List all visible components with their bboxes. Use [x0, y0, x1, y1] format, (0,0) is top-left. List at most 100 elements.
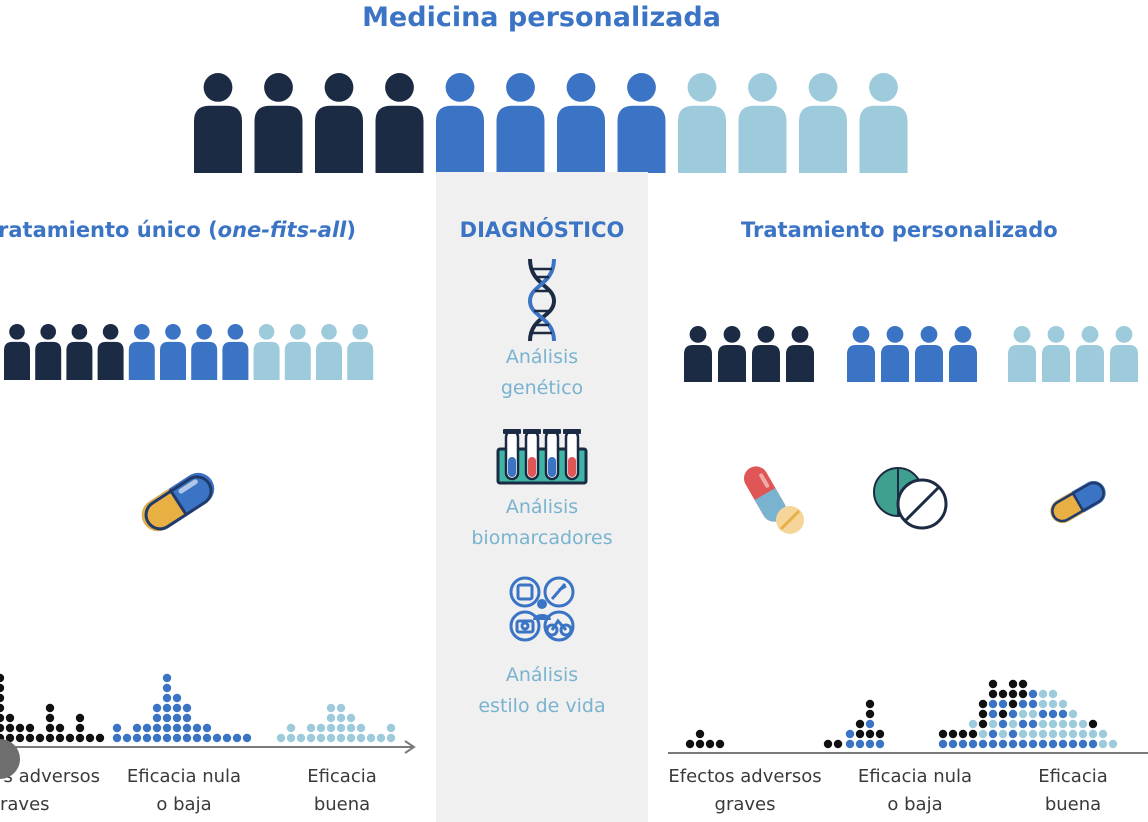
distribution-dot	[75, 713, 85, 723]
distribution-dot	[978, 729, 988, 739]
person-icon	[678, 73, 726, 173]
person-icon	[66, 324, 93, 380]
distribution-dot	[286, 733, 296, 743]
distribution-dot	[1008, 709, 1018, 719]
distribution-dot	[5, 713, 15, 723]
distribution-dot	[366, 733, 376, 743]
distribution-dot	[1008, 719, 1018, 729]
person-icon	[347, 324, 374, 380]
distribution-dot	[0, 703, 5, 713]
left-heading-prefix: ratamiento único (	[0, 218, 218, 242]
distribution-dot	[685, 739, 695, 749]
person-icon	[684, 326, 712, 382]
distribution-dot	[306, 723, 316, 733]
distribution-dot	[1008, 699, 1018, 709]
distribution-dot	[968, 739, 978, 749]
distribution-dot	[978, 739, 988, 749]
distribution-dot	[968, 729, 978, 739]
person-icon	[436, 73, 484, 173]
person-icon	[1110, 326, 1138, 382]
distribution-dot	[998, 689, 1008, 699]
distribution-dot	[1068, 729, 1078, 739]
distribution-dot	[132, 723, 142, 733]
label-line: Eficacia nula	[126, 766, 242, 787]
distribution-dot	[1028, 689, 1038, 699]
distribution-dot	[0, 693, 5, 703]
distribution-dot	[326, 703, 336, 713]
distribution-dot	[122, 733, 132, 743]
biomarkers-analysis-label: Análisis biomarcadores	[436, 492, 648, 554]
distribution-dot	[823, 739, 833, 749]
distribution-dot	[1018, 739, 1028, 749]
right-axis-label-adverse: Efectos adversos graves	[660, 763, 830, 819]
distribution-dot	[855, 719, 865, 729]
distribution-dot	[346, 713, 356, 723]
distribution-dot	[346, 723, 356, 733]
distribution-dot	[326, 713, 336, 723]
distribution-dot	[1078, 729, 1088, 739]
person-icon	[253, 324, 280, 380]
person-icon	[194, 73, 242, 173]
person-icon	[718, 326, 746, 382]
distribution-dot	[5, 723, 15, 733]
distribution-dot	[988, 679, 998, 689]
distribution-dot	[695, 729, 705, 739]
left-population	[4, 324, 374, 380]
distribution-dot	[845, 729, 855, 739]
distribution-dot	[1008, 729, 1018, 739]
distribution-dot	[958, 739, 968, 749]
person-icon	[617, 73, 666, 173]
distribution-dot	[1008, 689, 1018, 699]
distribution-dot	[1058, 719, 1068, 729]
lifestyle-icon	[509, 576, 575, 642]
label-line: Análisis	[505, 496, 579, 518]
distribution-dot	[1068, 719, 1078, 729]
label-line: buena	[313, 794, 371, 815]
test-tubes-icon	[496, 429, 588, 485]
distribution-dot	[172, 693, 182, 703]
person-icon	[97, 324, 124, 380]
label-line: biomarcadores	[471, 527, 613, 549]
distribution-dot	[202, 733, 212, 743]
distribution-dot	[202, 723, 212, 733]
distribution-dot	[0, 673, 5, 683]
label-line: Análisis	[505, 664, 579, 686]
distribution-dot	[988, 739, 998, 749]
distribution-dot	[172, 703, 182, 713]
distribution-dot	[346, 733, 356, 743]
label-line: genético	[500, 377, 584, 399]
distribution-dot	[988, 689, 998, 699]
distribution-dot	[695, 739, 705, 749]
distribution-dot	[162, 703, 172, 713]
distribution-dot	[1088, 729, 1098, 739]
distribution-dot	[142, 733, 152, 743]
distribution-dot	[336, 723, 346, 733]
person-icon	[847, 326, 875, 382]
distribution-dot	[1028, 699, 1038, 709]
distribution-dot	[386, 723, 396, 733]
distribution-dot	[152, 713, 162, 723]
distribution-dot	[152, 723, 162, 733]
right-axis-label-null: Eficacia nula o baja	[835, 763, 995, 819]
distribution-dot	[1028, 719, 1038, 729]
distribution-dot	[1018, 689, 1028, 699]
distribution-dot	[15, 723, 25, 733]
person-icon	[738, 73, 787, 173]
person-icon	[4, 324, 30, 380]
distribution-dot	[35, 733, 45, 743]
distribution-dot	[316, 733, 326, 743]
distribution-dot	[1018, 709, 1028, 719]
distribution-dot	[222, 733, 232, 743]
distribution-dot	[152, 733, 162, 743]
label-line: estilo de vida	[478, 695, 606, 717]
distribution-dot	[988, 719, 998, 729]
distribution-dot	[1058, 709, 1068, 719]
distribution-dot	[875, 729, 885, 739]
person-icon	[859, 73, 908, 173]
distribution-dot	[192, 733, 202, 743]
distribution-dot	[152, 703, 162, 713]
person-icon	[1076, 326, 1104, 382]
distribution-dot	[306, 733, 316, 743]
distribution-dot	[1068, 709, 1078, 719]
label-line: Análisis	[505, 346, 579, 368]
